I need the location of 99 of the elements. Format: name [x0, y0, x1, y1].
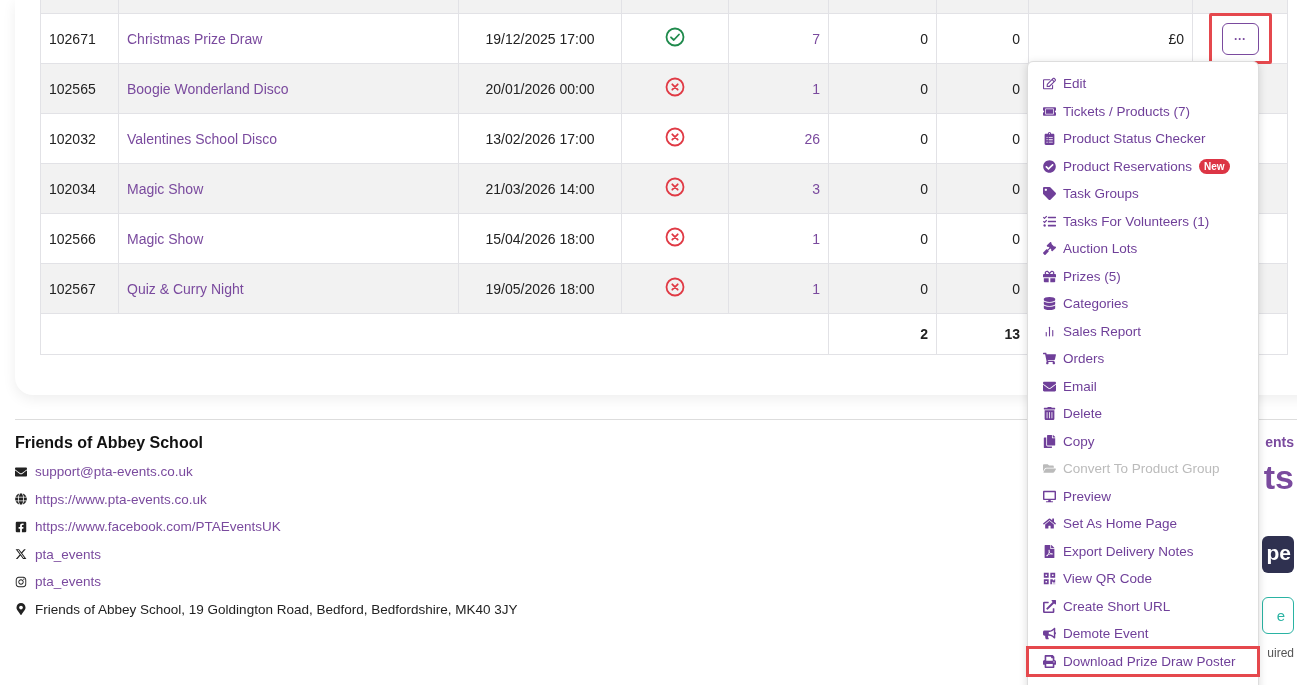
amount: £0 [1168, 30, 1184, 47]
menu-item[interactable]: Preview [1028, 482, 1258, 510]
table-cell: 0 [920, 180, 928, 197]
cart-icon [1042, 352, 1056, 366]
menu-item[interactable]: Prizes (5) [1028, 262, 1258, 290]
facebook-icon [15, 520, 27, 533]
menu-item[interactable]: Create Short URL [1028, 592, 1258, 620]
menu-item[interactable]: Product Reservations New [1028, 152, 1258, 180]
table-cell: 0 [1012, 230, 1020, 247]
menu-item[interactable]: View QR Code [1028, 565, 1258, 593]
table-cell: 0 [920, 130, 928, 147]
event-id: 102034 [49, 180, 96, 197]
count-link[interactable]: 1 [812, 280, 820, 297]
total-value: 13 [1004, 326, 1020, 342]
map-pin-icon [15, 603, 27, 616]
footer-note: uired [1267, 646, 1294, 660]
menu-item[interactable]: Email [1028, 372, 1258, 400]
count-link[interactable]: 26 [804, 130, 820, 147]
envelope-icon [1042, 379, 1056, 393]
event-date: 19/05/2026 18:00 [485, 280, 595, 297]
event-date: 20/01/2026 00:00 [485, 80, 595, 97]
event-id: 102565 [49, 80, 96, 97]
table-cell: 0 [920, 80, 928, 97]
home-icon [1042, 517, 1056, 531]
globe-icon [15, 493, 27, 506]
menu-item[interactable]: Task Groups [1028, 180, 1258, 208]
contact-link[interactable]: support@pta-events.co.uk [35, 464, 193, 480]
external-link-icon [1042, 599, 1056, 613]
menu-item[interactable]: Categories [1028, 290, 1258, 318]
dark-button[interactable]: pe [1262, 536, 1294, 573]
menu-item[interactable]: Orders [1028, 345, 1258, 373]
menu-item[interactable]: Tickets / Products (7) [1028, 97, 1258, 125]
count-link[interactable]: 7 [812, 30, 820, 47]
contact-link[interactable]: https://www.pta-events.co.uk [35, 491, 207, 507]
event-name-link[interactable]: Boogie Wonderland Disco [127, 80, 289, 97]
count-link[interactable]: 1 [812, 80, 820, 97]
logo-text: ts [1263, 460, 1294, 494]
pdf-file-icon [1042, 544, 1056, 558]
event-name-link[interactable]: Magic Show [127, 230, 204, 247]
checklist-icon [1042, 132, 1056, 146]
menu-item[interactable]: Export Delivery Notes [1028, 537, 1258, 565]
menu-item[interactable]: Download Prize Draw Poster [1028, 647, 1258, 675]
total-value: 2 [920, 326, 928, 342]
menu-item[interactable]: Auction Lots [1028, 235, 1258, 263]
envelope-icon [15, 465, 27, 478]
database-icon [1042, 297, 1056, 311]
x-icon [15, 548, 27, 561]
edit-icon [1042, 77, 1056, 91]
menu-item[interactable]: Demote Event [1028, 620, 1258, 648]
contact-link[interactable]: https://www.facebook.com/PTAEventsUK [35, 519, 281, 535]
table-cell: 0 [1012, 280, 1020, 297]
address-text: Friends of Abbey School, 19 Goldington Road, Bedford, Bedfordshire, MK40 3JY [35, 601, 518, 617]
table-cell: 0 [1012, 180, 1020, 197]
menu-item[interactable]: Set As Home Page [1028, 510, 1258, 538]
menu-item[interactable]: Product Status Checker [1028, 125, 1258, 153]
event-id: 102671 [49, 30, 96, 47]
event-date: 13/02/2026 17:00 [485, 130, 595, 147]
menu-item[interactable]: Delete [1028, 400, 1258, 428]
gavel-icon [1042, 242, 1056, 256]
monitor-icon [1042, 489, 1056, 503]
event-name-link[interactable]: Valentines School Disco [127, 130, 277, 147]
table-cell: 0 [1012, 30, 1020, 47]
count-link[interactable]: 3 [812, 180, 820, 197]
event-id: 102567 [49, 280, 96, 297]
contact-link[interactable]: pta_events [35, 574, 102, 590]
menu-item[interactable]: Sales Report [1028, 317, 1258, 345]
event-name-link[interactable]: Magic Show [127, 180, 204, 197]
instagram-icon [15, 575, 27, 588]
table-cell: 0 [920, 280, 928, 297]
table-cell: 0 [920, 30, 928, 47]
event-name-link[interactable]: Christmas Prize Draw [127, 30, 263, 47]
table-cell: 0 [920, 230, 928, 247]
event-name-link[interactable]: Quiz & Curry Night [127, 280, 244, 297]
footer-heading: ents [1265, 434, 1294, 450]
menu-item[interactable]: Tasks For Volunteers (1) [1028, 207, 1258, 235]
menu-item[interactable]: Edit [1028, 70, 1258, 98]
organisation-name: Friends of Abbey School [15, 434, 204, 452]
table-cell: 0 [1012, 80, 1020, 97]
event-date: 21/03/2026 14:00 [485, 180, 595, 197]
task-list-icon [1042, 214, 1056, 228]
event-date: 19/12/2025 17:00 [485, 30, 595, 47]
copy-icon [1042, 434, 1056, 448]
printer-icon [1042, 654, 1056, 668]
ticket-icon [1042, 104, 1056, 118]
trash-icon [1042, 407, 1056, 421]
more-actions-button[interactable]: ··· [1221, 22, 1259, 55]
count-link[interactable]: 1 [812, 230, 820, 247]
contact-link[interactable]: pta_events [35, 546, 102, 562]
folder-icon [1042, 462, 1056, 476]
new-badge: New [1199, 158, 1230, 174]
gift-icon [1042, 269, 1056, 283]
event-id: 102032 [49, 130, 96, 147]
event-date: 15/04/2026 18:00 [485, 230, 595, 247]
tag-icon [1042, 187, 1056, 201]
table-cell: 0 [1012, 130, 1020, 147]
event-id: 102566 [49, 230, 96, 247]
megaphone-icon [1042, 627, 1056, 641]
menu-item[interactable]: Copy [1028, 427, 1258, 455]
qr-code-icon [1042, 572, 1056, 586]
